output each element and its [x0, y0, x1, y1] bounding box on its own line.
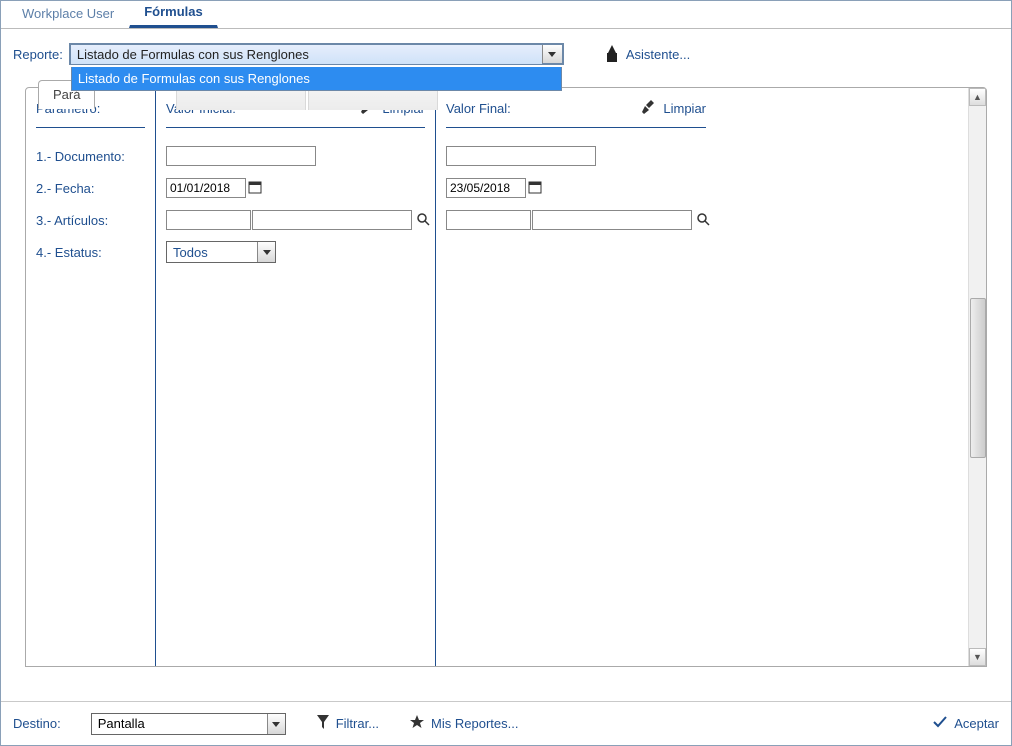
- param-documento-label: 1.- Documento:: [36, 140, 145, 172]
- tab-formulas[interactable]: Fórmulas: [129, 0, 218, 28]
- scroll-up-icon[interactable]: ▲: [969, 88, 986, 106]
- articulos-final-desc-input[interactable]: [532, 210, 692, 230]
- broom-icon: [641, 98, 659, 119]
- report-select[interactable]: Listado de Formulas con sus Renglones Li…: [69, 43, 564, 65]
- destino-label: Destino:: [13, 716, 61, 731]
- aceptar-label: Aceptar: [954, 716, 999, 731]
- report-option-0[interactable]: Listado de Formulas con sus Renglones: [72, 67, 561, 90]
- estatus-select[interactable]: Todos: [166, 241, 276, 263]
- dropdown-arrow-icon[interactable]: [542, 45, 562, 63]
- filtrar-label: Filtrar...: [336, 716, 379, 731]
- asistente-button[interactable]: Asistente...: [604, 44, 690, 65]
- chevron-down-icon: [267, 714, 285, 734]
- articulos-inicial-desc-input[interactable]: [252, 210, 412, 230]
- calendar-icon[interactable]: [248, 180, 262, 197]
- tab-workplace-user[interactable]: Workplace User: [7, 0, 129, 28]
- filtrar-button[interactable]: Filtrar...: [316, 714, 379, 733]
- star-icon: [409, 714, 425, 733]
- estatus-value: Todos: [167, 243, 257, 262]
- mis-reportes-label: Mis Reportes...: [431, 716, 518, 731]
- funnel-icon: [316, 714, 330, 733]
- search-icon[interactable]: [696, 212, 710, 229]
- valor-inicial-column: Valor Inicial: Limpiar: [156, 88, 436, 666]
- fecha-inicial-input[interactable]: [166, 178, 246, 198]
- check-icon: [932, 714, 948, 733]
- scroll-thumb[interactable]: [970, 298, 986, 458]
- sub-tabs-area: Pará Parámetro: 1.- Documento: 2.- Fecha…: [1, 87, 1011, 667]
- asistente-label: Asistente...: [626, 47, 690, 62]
- report-selected-value: Listado de Formulas con sus Renglones: [71, 45, 542, 64]
- fecha-final-input[interactable]: [446, 178, 526, 198]
- param-label-column: Parámetro: 1.- Documento: 2.- Fecha: 3.-…: [26, 88, 156, 666]
- footer: Destino: Pantalla Filtrar... Mis Reporte…: [1, 701, 1011, 745]
- report-dropdown-list: Listado de Formulas con sus Renglones: [71, 67, 562, 91]
- aceptar-button[interactable]: Aceptar: [932, 714, 999, 733]
- mis-reportes-button[interactable]: Mis Reportes...: [409, 714, 518, 733]
- search-icon[interactable]: [416, 212, 430, 229]
- vertical-scrollbar[interactable]: ▲ ▼: [968, 88, 986, 666]
- params-panel: Pará Parámetro: 1.- Documento: 2.- Fecha…: [25, 87, 987, 667]
- limpiar-final-label: Limpiar: [663, 101, 706, 116]
- report-row: Reporte: Listado de Formulas con sus Ren…: [1, 29, 1011, 75]
- destino-value: Pantalla: [92, 714, 267, 733]
- calendar-icon[interactable]: [528, 180, 542, 197]
- wizard-icon: [604, 44, 620, 65]
- scroll-down-icon[interactable]: ▼: [969, 648, 986, 666]
- param-fecha-label: 2.- Fecha:: [36, 172, 145, 204]
- chevron-down-icon: [257, 242, 275, 262]
- articulos-inicial-code-input[interactable]: [166, 210, 251, 230]
- articulos-final-code-input[interactable]: [446, 210, 531, 230]
- app-frame: Workplace User Fórmulas Reporte: Listado…: [0, 0, 1012, 746]
- limpiar-final-button[interactable]: Limpiar: [641, 98, 706, 119]
- param-estatus-label: 4.- Estatus:: [36, 236, 145, 268]
- report-label: Reporte:: [13, 47, 63, 62]
- top-tabs: Workplace User Fórmulas: [1, 1, 1011, 29]
- valor-final-column: Valor Final: Limpiar: [436, 88, 716, 666]
- param-articulos-label: 3.- Artículos:: [36, 204, 145, 236]
- documento-final-input[interactable]: [446, 146, 596, 166]
- documento-inicial-input[interactable]: [166, 146, 316, 166]
- valor-final-header-text: Valor Final:: [446, 101, 511, 116]
- valor-final-header: Valor Final: Limpiar: [446, 100, 706, 128]
- destino-select[interactable]: Pantalla: [91, 713, 286, 735]
